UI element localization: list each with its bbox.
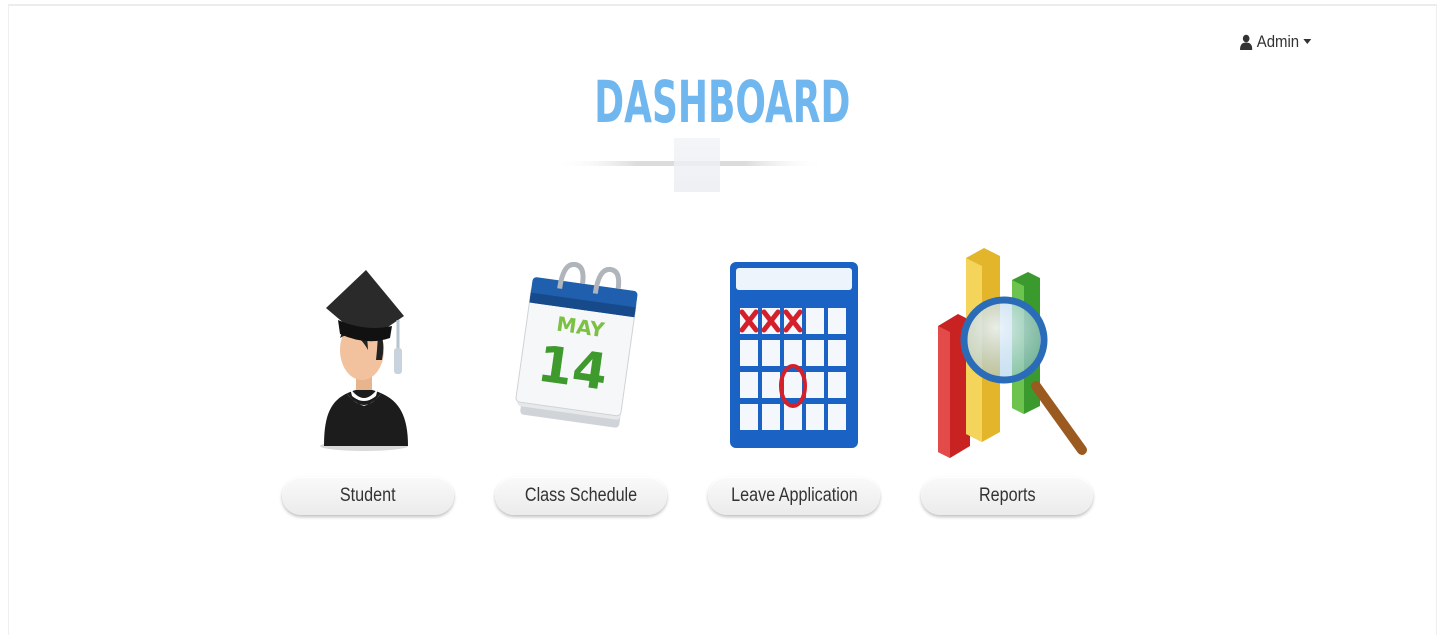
graduate-student-icon[interactable] <box>316 268 416 453</box>
leave-application-button-label: Leave Application <box>730 485 858 506</box>
leave-application-button[interactable]: Leave Application <box>708 477 880 515</box>
class-schedule-button-label: Class Schedule <box>524 485 638 506</box>
reports-button-label: Reports <box>978 485 1036 506</box>
calendar-page-icon[interactable]: MAY 14 <box>515 261 645 442</box>
calendar-day-text: 14 <box>534 335 611 402</box>
student-button[interactable]: Student <box>282 477 454 515</box>
calendar-grid-icon[interactable] <box>728 260 860 450</box>
student-button-label: Student <box>340 485 396 506</box>
class-schedule-button[interactable]: Class Schedule <box>495 477 667 515</box>
reports-button[interactable]: Reports <box>921 477 1093 515</box>
bar-chart-magnifier-icon[interactable] <box>934 246 1094 460</box>
